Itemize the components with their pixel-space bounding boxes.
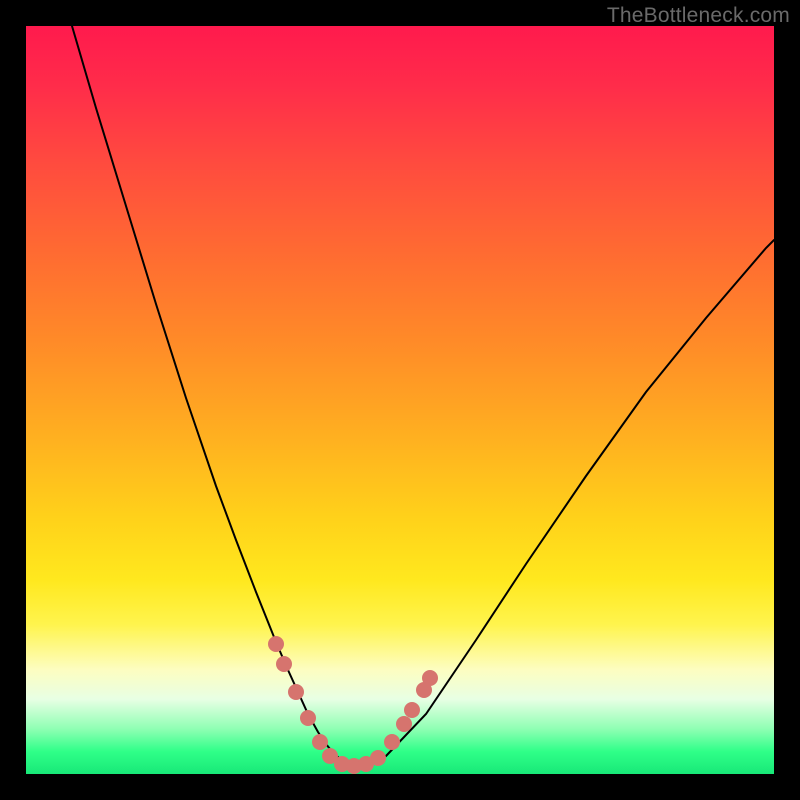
chart-marker-dot [384,734,400,750]
chart-marker-dot [276,656,292,672]
chart-frame: TheBottleneck.com [0,0,800,800]
chart-curve [72,26,774,766]
chart-marker-dot [312,734,328,750]
chart-marker-dot [300,710,316,726]
chart-marker-dot [396,716,412,732]
chart-marker-dot [422,670,438,686]
watermark-label: TheBottleneck.com [607,4,790,28]
chart-marker-dot [268,636,284,652]
chart-marker-dot [288,684,304,700]
chart-marker-dot [370,750,386,766]
chart-svg [26,26,774,774]
chart-markers [268,636,438,774]
chart-marker-dot [404,702,420,718]
